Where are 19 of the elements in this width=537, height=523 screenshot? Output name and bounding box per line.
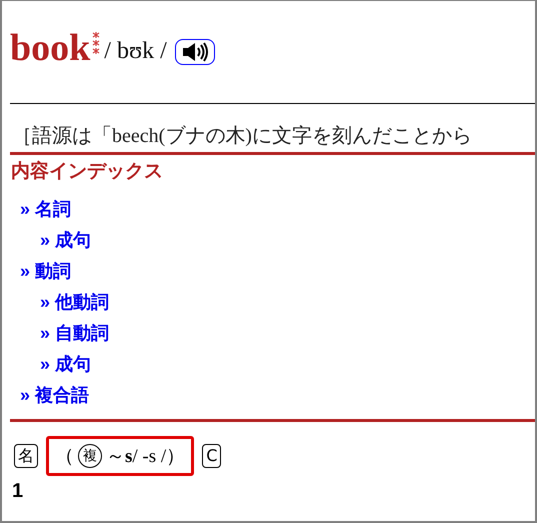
index-heading: 内容インデックス <box>10 160 164 184</box>
plural-mark: 複 <box>78 444 102 468</box>
open-paren: （ <box>55 445 74 469</box>
sense-number: 1 <box>11 479 24 503</box>
index-link[interactable]: » 他動詞 <box>40 287 110 318</box>
index-link[interactable]: » 名詞 <box>20 194 72 225</box>
speaker-button[interactable] <box>174 39 215 65</box>
index-link[interactable]: » 成句 <box>40 225 92 256</box>
etymology-text: ［語源は「beech(ブナの木)に文字を刻んだことから <box>11 124 473 149</box>
countable-label: C <box>202 444 222 468</box>
headword: book <box>10 26 90 70</box>
pronunciation: / bʊk / <box>104 38 167 64</box>
index-link[interactable]: » 動詞 <box>20 256 72 287</box>
plural-forms: ～s/ -s /） <box>106 445 186 469</box>
importance-stars-icon <box>92 31 100 57</box>
index-link[interactable]: » 複合語 <box>20 380 90 411</box>
index-link[interactable]: » 自動詞 <box>40 318 110 349</box>
part-of-speech-label: 名 <box>14 444 38 468</box>
index-link[interactable]: » 成句 <box>40 349 92 380</box>
